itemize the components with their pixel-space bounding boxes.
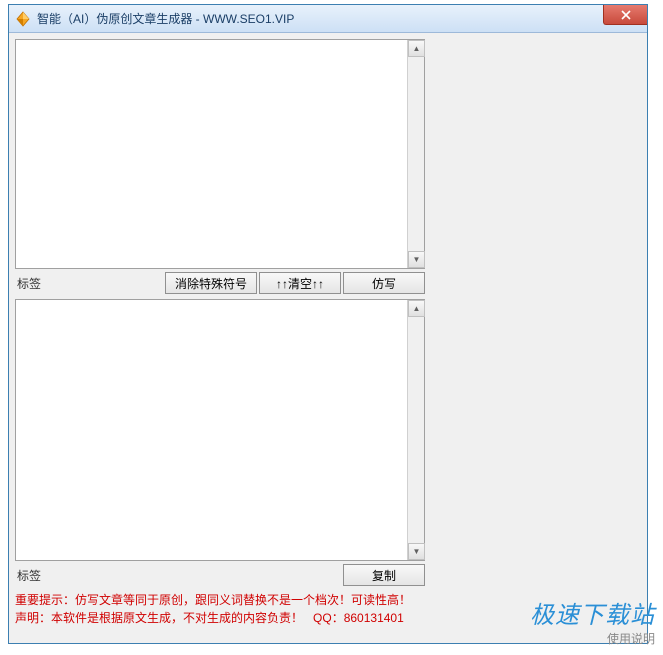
input-text-area[interactable] [16, 40, 406, 268]
scrollbar-down-icon[interactable]: ▼ [408, 251, 425, 268]
window-title: 智能（AI）伪原创文章生成器 - WWW.SEO1.VIP [37, 10, 294, 27]
footer-notice: 重要提示：仿写文章等同于原创，跟同义词替换不是一个档次！可读性高！ 声明：本软件… [15, 591, 425, 627]
content-area: ▲ ▼ 标签 消除特殊符号 ↑↑清空↑↑ 仿写 ▲ ▼ 标签 [9, 33, 647, 643]
close-button[interactable] [603, 5, 647, 25]
app-icon [15, 11, 31, 27]
scrollbar-down-icon[interactable]: ▼ [408, 543, 425, 560]
qq-label: QQ： [313, 611, 344, 625]
input-text-area-wrapper: ▲ ▼ [15, 39, 425, 269]
scrollbar-vertical[interactable]: ▲ ▼ [407, 300, 424, 560]
output-text-area[interactable] [16, 300, 406, 560]
rewrite-button[interactable]: 仿写 [343, 272, 425, 294]
disclaimer-text: 声明：本软件是根据原文生成，不对生成的内容负责！ [15, 611, 303, 625]
notice-line-2: 声明：本软件是根据原文生成，不对生成的内容负责！ QQ：860131401 [15, 609, 425, 627]
scrollbar-up-icon[interactable]: ▲ [408, 40, 425, 57]
top-label: 标签 [15, 275, 135, 292]
copy-button[interactable]: 复制 [343, 564, 425, 586]
main-panel: ▲ ▼ 标签 消除特殊符号 ↑↑清空↑↑ 仿写 ▲ ▼ 标签 [15, 39, 425, 627]
clear-button[interactable]: ↑↑清空↑↑ [259, 272, 341, 294]
bottom-toolbar: 标签 复制 [15, 563, 425, 587]
scrollbar-vertical[interactable]: ▲ ▼ [407, 40, 424, 268]
watermark-site-name: 极速下载站 [530, 595, 655, 630]
bottom-label: 标签 [15, 567, 135, 584]
top-toolbar: 标签 消除特殊符号 ↑↑清空↑↑ 仿写 [15, 271, 425, 295]
scrollbar-up-icon[interactable]: ▲ [408, 300, 425, 317]
notice-line-1: 重要提示：仿写文章等同于原创，跟同义词替换不是一个档次！可读性高！ [15, 591, 425, 609]
remove-special-chars-button[interactable]: 消除特殊符号 [165, 272, 257, 294]
titlebar: 智能（AI）伪原创文章生成器 - WWW.SEO1.VIP [9, 5, 647, 33]
application-window: 智能（AI）伪原创文章生成器 - WWW.SEO1.VIP ▲ ▼ 标签 消除特… [8, 4, 648, 644]
qq-number: 860131401 [344, 611, 404, 625]
watermark: 极速下载站 使用说明 [530, 595, 655, 647]
watermark-subtitle: 使用说明 [530, 630, 655, 647]
output-text-area-wrapper: ▲ ▼ [15, 299, 425, 561]
